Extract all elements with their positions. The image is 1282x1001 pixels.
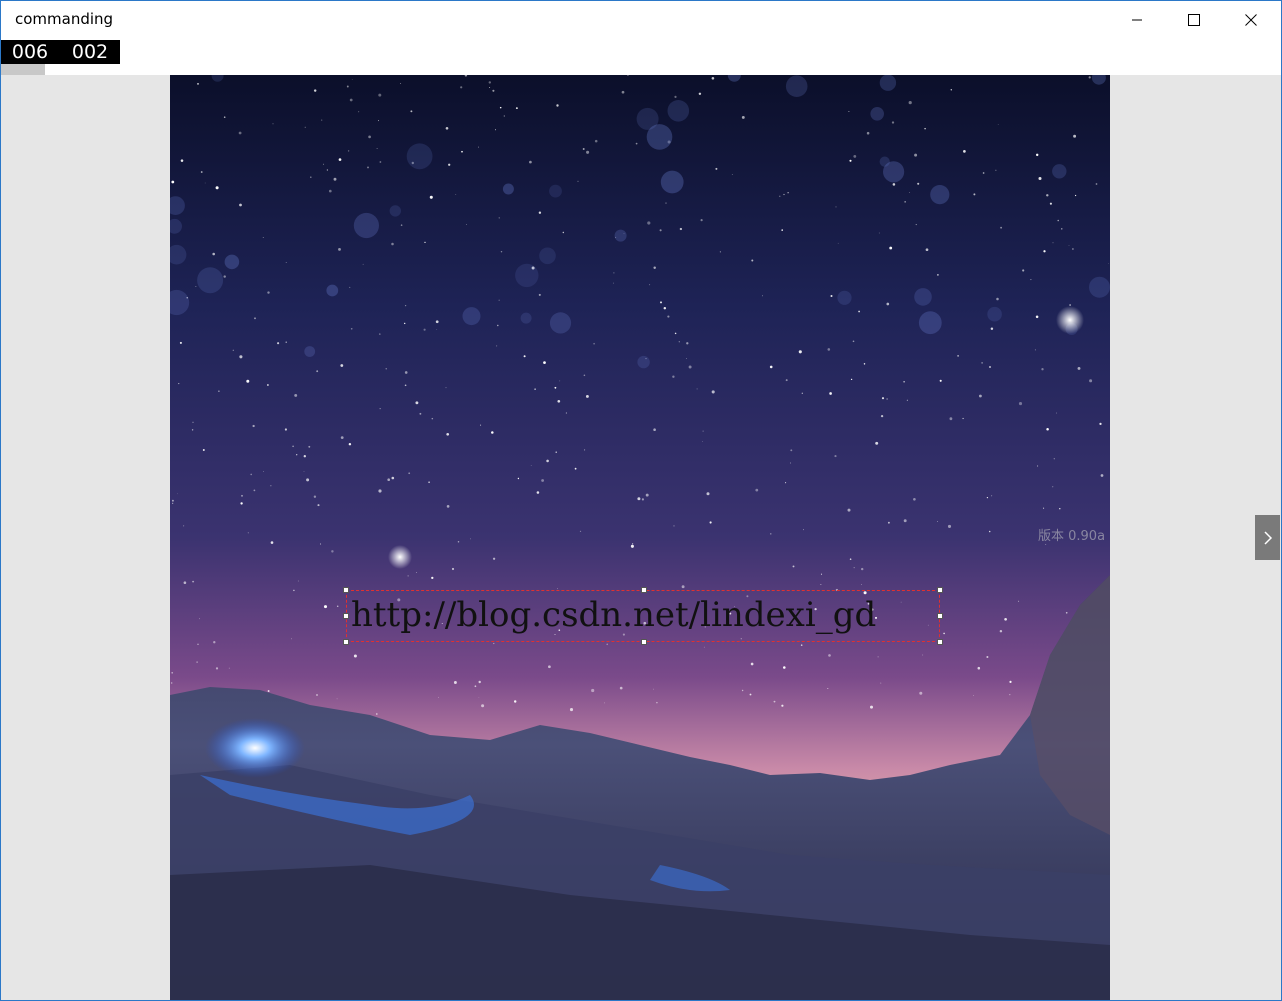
progress-track <box>0 64 1282 75</box>
window-title: commanding <box>15 10 114 28</box>
close-button[interactable] <box>1222 0 1279 40</box>
chevron-right-icon <box>1263 530 1272 545</box>
resize-handle-left[interactable] <box>343 613 349 619</box>
maximize-button[interactable] <box>1165 0 1222 40</box>
selected-text-box[interactable]: http://blog.csdn.net/lindexi_gd <box>343 587 943 645</box>
counter-right: 002 <box>71 41 109 63</box>
url-text[interactable]: http://blog.csdn.net/lindexi_gd <box>351 595 876 635</box>
resize-handle-top[interactable] <box>641 587 647 593</box>
version-watermark: 版本 0.90a <box>1038 529 1106 544</box>
resize-handle-bottom[interactable] <box>641 639 647 645</box>
progress-fill <box>0 64 45 75</box>
maximize-icon <box>1187 14 1200 26</box>
resize-handle-bottom-right[interactable] <box>937 639 943 645</box>
title-bar: commanding <box>0 0 1282 40</box>
next-slide-button[interactable] <box>1255 515 1280 560</box>
counter-left: 006 <box>11 41 49 63</box>
resize-handle-bottom-left[interactable] <box>343 639 349 645</box>
slide-counter: 006 002 <box>0 40 120 64</box>
close-icon <box>1244 14 1257 26</box>
resize-handle-top-right[interactable] <box>937 587 943 593</box>
slide-canvas[interactable]: 版本 0.90a http://blog.csdn.net/lindexi_gd <box>170 75 1110 1001</box>
minimize-button[interactable] <box>1108 0 1165 40</box>
resize-handle-right[interactable] <box>937 613 943 619</box>
toolbar-strip: 006 002 <box>0 40 1282 75</box>
minimize-icon <box>1131 19 1142 21</box>
resize-handle-top-left[interactable] <box>343 587 349 593</box>
night-sky-image <box>170 75 1110 1001</box>
